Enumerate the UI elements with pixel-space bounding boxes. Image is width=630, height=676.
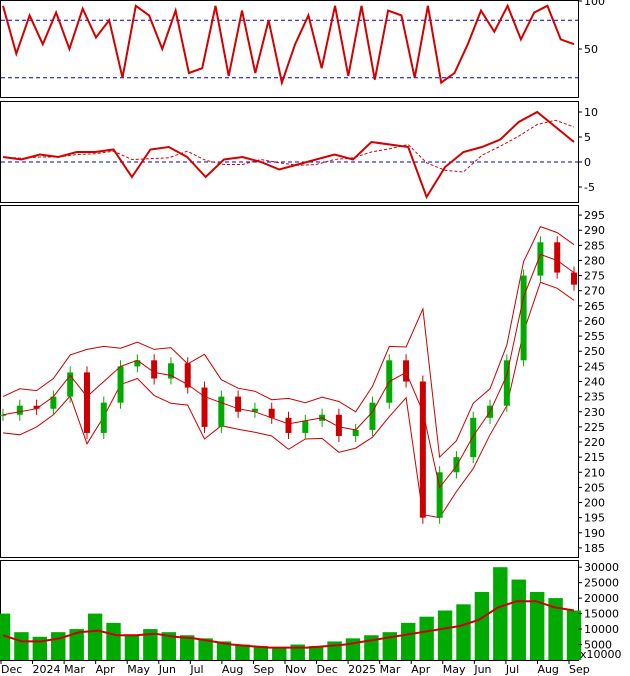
x-tick-label: May	[127, 663, 150, 676]
candle-body	[453, 457, 460, 473]
oscillator-panel: 100 50	[1, 0, 605, 87]
candle-body	[352, 429, 359, 436]
momentum-tick-label: 0	[584, 156, 591, 169]
volume-bar	[272, 647, 287, 660]
candle-body	[83, 372, 90, 433]
price-tick-label: 210	[584, 466, 605, 479]
volume-panel: 30000250002000015000100005000x10000	[0, 561, 622, 661]
price-tick-label: 205	[584, 481, 605, 494]
momentum-tick-label: 10	[584, 106, 598, 119]
x-tick-label: Jun	[158, 663, 176, 676]
candle-body	[419, 381, 426, 518]
price-tick-label: 240	[584, 376, 605, 389]
x-tick-label: Jul	[505, 663, 519, 676]
price-tick-label: 270	[584, 285, 605, 298]
volume-bar	[437, 610, 453, 660]
volume-tick-label: 25000	[584, 577, 619, 590]
x-tick-label: May	[443, 663, 466, 676]
price-tick-label: 265	[584, 300, 605, 313]
oscillator-tick-label: 50	[584, 43, 598, 56]
oscillator-line	[2, 3, 575, 87]
x-tick-label: Mar	[380, 663, 401, 676]
x-axis: Dec 2024 Mar Apr May Jun Jul Aug Sep Nov Dec 2025 Ma…	[0, 660, 590, 676]
candle-body	[16, 405, 23, 415]
price-tick-label: 275	[584, 270, 605, 283]
momentum-tick-label: -5	[584, 181, 595, 194]
price-tick-label: 215	[584, 451, 605, 464]
x-tick-label: Jul	[189, 663, 203, 676]
candle-body	[218, 396, 225, 427]
oscillator-tick-label: 100	[584, 0, 605, 8]
candle-body	[285, 417, 292, 433]
volume-bar	[493, 567, 508, 660]
stock-chart: 10050 1050-5 295290285280275270265260255…	[0, 0, 622, 676]
volume-tick-label: 20000	[584, 592, 619, 605]
candle-body	[268, 408, 275, 418]
price-tick-label: 250	[584, 345, 605, 358]
candle-body	[100, 402, 107, 433]
candle-body	[117, 366, 124, 403]
price-tick-label: 255	[584, 330, 605, 343]
candle-body	[151, 360, 158, 379]
x-tick-label: Nov	[285, 663, 307, 676]
x-tick-label: Aug	[537, 663, 558, 676]
volume-bar	[106, 622, 121, 660]
x-tick-label: Sep	[569, 663, 590, 676]
price-tick-label: 190	[584, 527, 605, 540]
x-tick-label: 2025	[348, 663, 376, 676]
momentum-signal-line	[2, 119, 575, 173]
volume-bar	[401, 622, 416, 660]
candle-body	[201, 387, 208, 427]
volume-tick-label: 30000	[584, 561, 619, 574]
x-tick-label: 2024	[33, 663, 61, 676]
candle-body	[302, 420, 309, 433]
candle-body	[0, 414, 6, 416]
x-tick-label: Apr	[96, 663, 116, 676]
volume-bar	[419, 616, 434, 660]
volume-bar	[474, 591, 490, 660]
candle-body	[571, 272, 577, 285]
price-tick-label: 185	[584, 542, 605, 555]
price-tick-label: 225	[584, 421, 605, 434]
price-tick-label: 285	[584, 239, 605, 252]
candle-body	[470, 417, 477, 458]
volume-unit-label: x10000	[580, 648, 622, 661]
price-tick-label: 290	[584, 224, 605, 237]
candle-body	[520, 275, 527, 361]
x-tick-label: Sep	[253, 663, 274, 676]
volume-bar	[456, 604, 471, 660]
price-tick-label: 235	[584, 391, 605, 404]
volume-tick-label: 15000	[584, 608, 619, 621]
price-tick-label: 295	[584, 209, 605, 222]
price-moving-average	[2, 253, 575, 489]
momentum-panel: 10 5 0 -5	[1, 106, 598, 200]
x-tick-label: Dec	[317, 663, 338, 676]
x-tick-label: Apr	[411, 663, 431, 676]
momentum-tick-label: 5	[584, 131, 591, 144]
panel-frames	[0, 0, 579, 661]
oscillator-panel-frame	[0, 0, 579, 98]
price-tick-label: 230	[584, 406, 605, 419]
price-tick-label: 195	[584, 512, 605, 525]
price-tick-label: 245	[584, 360, 605, 373]
volume-bar	[87, 613, 103, 660]
price-tick-label: 260	[584, 315, 605, 328]
x-tick-label: Dec	[1, 663, 22, 676]
x-tick-label: Aug	[222, 663, 243, 676]
volume-tick-label: 10000	[584, 623, 619, 636]
momentum-line	[2, 110, 575, 200]
price-tick-label: 220	[584, 436, 605, 449]
price-panel: 295 290 285 280 275 270 265 260 255 250 245 240 235 2…	[0, 209, 605, 555]
candle-body	[554, 242, 561, 273]
volume-bar	[124, 635, 140, 660]
price-tick-label: 200	[584, 497, 605, 510]
volume-bar	[14, 632, 29, 660]
volume-bar	[511, 579, 526, 660]
price-tick-label: 280	[584, 254, 605, 267]
x-tick-label: Jun	[473, 663, 491, 676]
candle-body	[369, 402, 376, 430]
x-tick-label: Mar	[64, 663, 85, 676]
